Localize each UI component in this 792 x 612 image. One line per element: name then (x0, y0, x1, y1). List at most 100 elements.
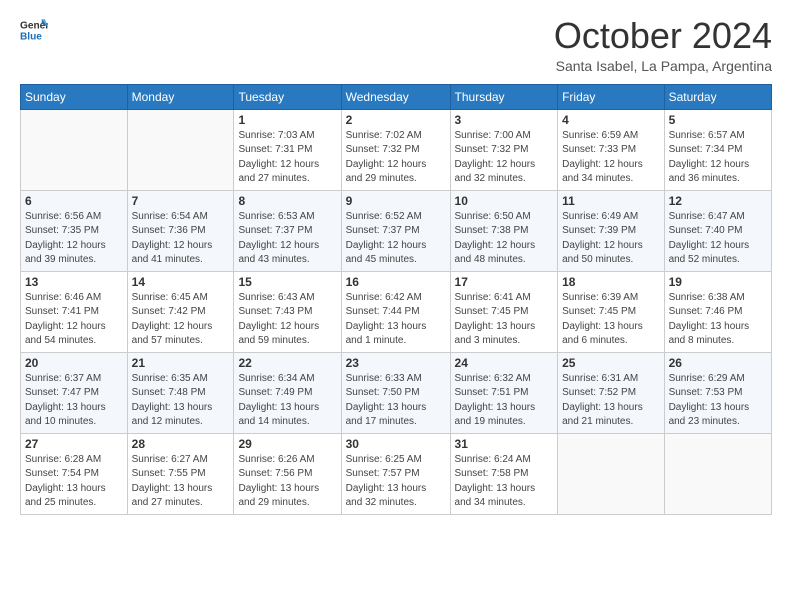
day-info: Sunrise: 6:25 AMSunset: 7:57 PMDaylight:… (346, 453, 446, 511)
day-number: 18 (562, 275, 659, 289)
table-row: 7Sunrise: 6:54 AMSunset: 7:36 PMDaylight… (127, 190, 234, 271)
day-info: Sunrise: 6:28 AMSunset: 7:54 PMDaylight:… (25, 453, 123, 511)
table-row: 19 Sunrise: 6:38 AMSunset: 7:46 PMDayligh… (664, 271, 771, 352)
day-info: Sunrise: 6:29 AMSunset: 7:53 PMDaylight:… (669, 372, 767, 430)
day-info: Sunrise: 6:45 AMSunset: 7:42 PMDaylight:… (132, 291, 230, 349)
day-info: Sunrise: 6:43 AMSunset: 7:43 PMDaylight:… (238, 291, 336, 349)
day-number: 3 (455, 113, 554, 127)
day-info: Sunrise: 6:46 AMSunset: 7:41 PMDaylight:… (25, 291, 123, 349)
table-row: 14Sunrise: 6:45 AMSunset: 7:42 PMDayligh… (127, 271, 234, 352)
day-info: Sunrise: 6:57 AMSunset: 7:34 PMDaylight:… (669, 129, 767, 187)
day-number: 25 (562, 356, 659, 370)
calendar-week-row: 20Sunrise: 6:37 AMSunset: 7:47 PMDayligh… (21, 352, 772, 433)
day-info: Sunrise: 6:53 AMSunset: 7:37 PMDaylight:… (238, 210, 336, 268)
header-wednesday: Wednesday (341, 84, 450, 109)
day-number: 30 (346, 437, 446, 451)
day-number: 24 (455, 356, 554, 370)
day-info: Sunrise: 6:47 AMSunset: 7:40 PMDaylight:… (669, 210, 767, 268)
header-tuesday: Tuesday (234, 84, 341, 109)
page: General Blue October 2024 Santa Isabel, … (0, 0, 792, 531)
logo: General Blue (20, 16, 48, 44)
day-info: Sunrise: 6:35 AMSunset: 7:48 PMDaylight:… (132, 372, 230, 430)
table-row: 11Sunrise: 6:49 AMSunset: 7:39 PMDayligh… (558, 190, 664, 271)
table-row: 12 Sunrise: 6:47 AMSunset: 7:40 PMDayligh… (664, 190, 771, 271)
day-number: 6 (25, 194, 123, 208)
table-row: 1 Sunrise: 7:03 AMSunset: 7:31 PMDaylight… (234, 109, 341, 190)
day-info: Sunrise: 6:42 AMSunset: 7:44 PMDaylight:… (346, 291, 446, 349)
day-info: Sunrise: 6:59 AMSunset: 7:33 PMDaylight:… (562, 129, 659, 187)
table-row: 25 Sunrise: 6:31 AMSunset: 7:52 PMDayligh… (558, 352, 664, 433)
calendar-week-row: 13Sunrise: 6:46 AMSunset: 7:41 PMDayligh… (21, 271, 772, 352)
table-row: 5 Sunrise: 6:57 AMSunset: 7:34 PMDaylight… (664, 109, 771, 190)
table-row: 10 Sunrise: 6:50 AMSunset: 7:38 PMDayligh… (450, 190, 558, 271)
table-row: 23 Sunrise: 6:33 AMSunset: 7:50 PMDayligh… (341, 352, 450, 433)
day-info: Sunrise: 7:03 AMSunset: 7:31 PMDaylight:… (238, 129, 336, 187)
day-info: Sunrise: 6:56 AMSunset: 7:35 PMDaylight:… (25, 210, 123, 268)
svg-text:Blue: Blue (20, 31, 42, 42)
table-row: 13Sunrise: 6:46 AMSunset: 7:41 PMDayligh… (21, 271, 128, 352)
day-number: 4 (562, 113, 659, 127)
table-row: 3 Sunrise: 7:00 AMSunset: 7:32 PMDaylight… (450, 109, 558, 190)
day-number: 23 (346, 356, 446, 370)
table-row: 26 Sunrise: 6:29 AMSunset: 7:53 PMDayligh… (664, 352, 771, 433)
header-friday: Friday (558, 84, 664, 109)
day-info: Sunrise: 6:24 AMSunset: 7:58 PMDaylight:… (455, 453, 554, 511)
day-info: Sunrise: 6:54 AMSunset: 7:36 PMDaylight:… (132, 210, 230, 268)
day-info: Sunrise: 6:31 AMSunset: 7:52 PMDaylight:… (562, 372, 659, 430)
day-info: Sunrise: 7:00 AMSunset: 7:32 PMDaylight:… (455, 129, 554, 187)
header: General Blue October 2024 Santa Isabel, … (20, 16, 772, 74)
table-row: 17Sunrise: 6:41 AMSunset: 7:45 PMDayligh… (450, 271, 558, 352)
day-info: Sunrise: 6:39 AMSunset: 7:45 PMDaylight:… (562, 291, 659, 349)
day-info: Sunrise: 6:26 AMSunset: 7:56 PMDaylight:… (238, 453, 336, 511)
day-number: 9 (346, 194, 446, 208)
day-info: Sunrise: 6:38 AMSunset: 7:46 PMDaylight:… (669, 291, 767, 349)
day-number: 19 (669, 275, 767, 289)
table-row: 27 Sunrise: 6:28 AMSunset: 7:54 PMDayligh… (21, 433, 128, 514)
day-info: Sunrise: 6:37 AMSunset: 7:47 PMDaylight:… (25, 372, 123, 430)
table-row: 24Sunrise: 6:32 AMSunset: 7:51 PMDayligh… (450, 352, 558, 433)
table-row: 21 Sunrise: 6:35 AMSunset: 7:48 PMDayligh… (127, 352, 234, 433)
day-number: 22 (238, 356, 336, 370)
day-info: Sunrise: 6:50 AMSunset: 7:38 PMDaylight:… (455, 210, 554, 268)
header-sunday: Sunday (21, 84, 128, 109)
day-number: 1 (238, 113, 336, 127)
title-block: October 2024 Santa Isabel, La Pampa, Arg… (554, 16, 772, 74)
day-info: Sunrise: 6:27 AMSunset: 7:55 PMDaylight:… (132, 453, 230, 511)
table-row: 6 Sunrise: 6:56 AMSunset: 7:35 PMDaylight… (21, 190, 128, 271)
day-number: 26 (669, 356, 767, 370)
calendar-header-row: Sunday Monday Tuesday Wednesday Thursday… (21, 84, 772, 109)
table-row: 4 Sunrise: 6:59 AMSunset: 7:33 PMDaylight… (558, 109, 664, 190)
logo-icon: General Blue (20, 16, 48, 44)
header-monday: Monday (127, 84, 234, 109)
month-title: October 2024 (554, 16, 772, 56)
day-number: 11 (562, 194, 659, 208)
day-number: 31 (455, 437, 554, 451)
day-info: Sunrise: 6:33 AMSunset: 7:50 PMDaylight:… (346, 372, 446, 430)
table-row (127, 109, 234, 190)
table-row: 28Sunrise: 6:27 AMSunset: 7:55 PMDayligh… (127, 433, 234, 514)
day-number: 10 (455, 194, 554, 208)
subtitle: Santa Isabel, La Pampa, Argentina (554, 58, 772, 74)
day-info: Sunrise: 6:34 AMSunset: 7:49 PMDaylight:… (238, 372, 336, 430)
header-saturday: Saturday (664, 84, 771, 109)
header-thursday: Thursday (450, 84, 558, 109)
table-row: 29Sunrise: 6:26 AMSunset: 7:56 PMDayligh… (234, 433, 341, 514)
table-row: 8 Sunrise: 6:53 AMSunset: 7:37 PMDaylight… (234, 190, 341, 271)
table-row (664, 433, 771, 514)
day-number: 17 (455, 275, 554, 289)
day-number: 21 (132, 356, 230, 370)
table-row (21, 109, 128, 190)
table-row: 15Sunrise: 6:43 AMSunset: 7:43 PMDayligh… (234, 271, 341, 352)
table-row: 30 Sunrise: 6:25 AMSunset: 7:57 PMDayligh… (341, 433, 450, 514)
day-number: 5 (669, 113, 767, 127)
day-info: Sunrise: 6:52 AMSunset: 7:37 PMDaylight:… (346, 210, 446, 268)
day-number: 27 (25, 437, 123, 451)
table-row: 18 Sunrise: 6:39 AMSunset: 7:45 PMDayligh… (558, 271, 664, 352)
table-row: 9 Sunrise: 6:52 AMSunset: 7:37 PMDaylight… (341, 190, 450, 271)
day-number: 8 (238, 194, 336, 208)
calendar-week-row: 27 Sunrise: 6:28 AMSunset: 7:54 PMDayligh… (21, 433, 772, 514)
table-row: 2Sunrise: 7:02 AMSunset: 7:32 PMDaylight… (341, 109, 450, 190)
table-row: 31 Sunrise: 6:24 AMSunset: 7:58 PMDayligh… (450, 433, 558, 514)
table-row: 16Sunrise: 6:42 AMSunset: 7:44 PMDayligh… (341, 271, 450, 352)
day-number: 12 (669, 194, 767, 208)
